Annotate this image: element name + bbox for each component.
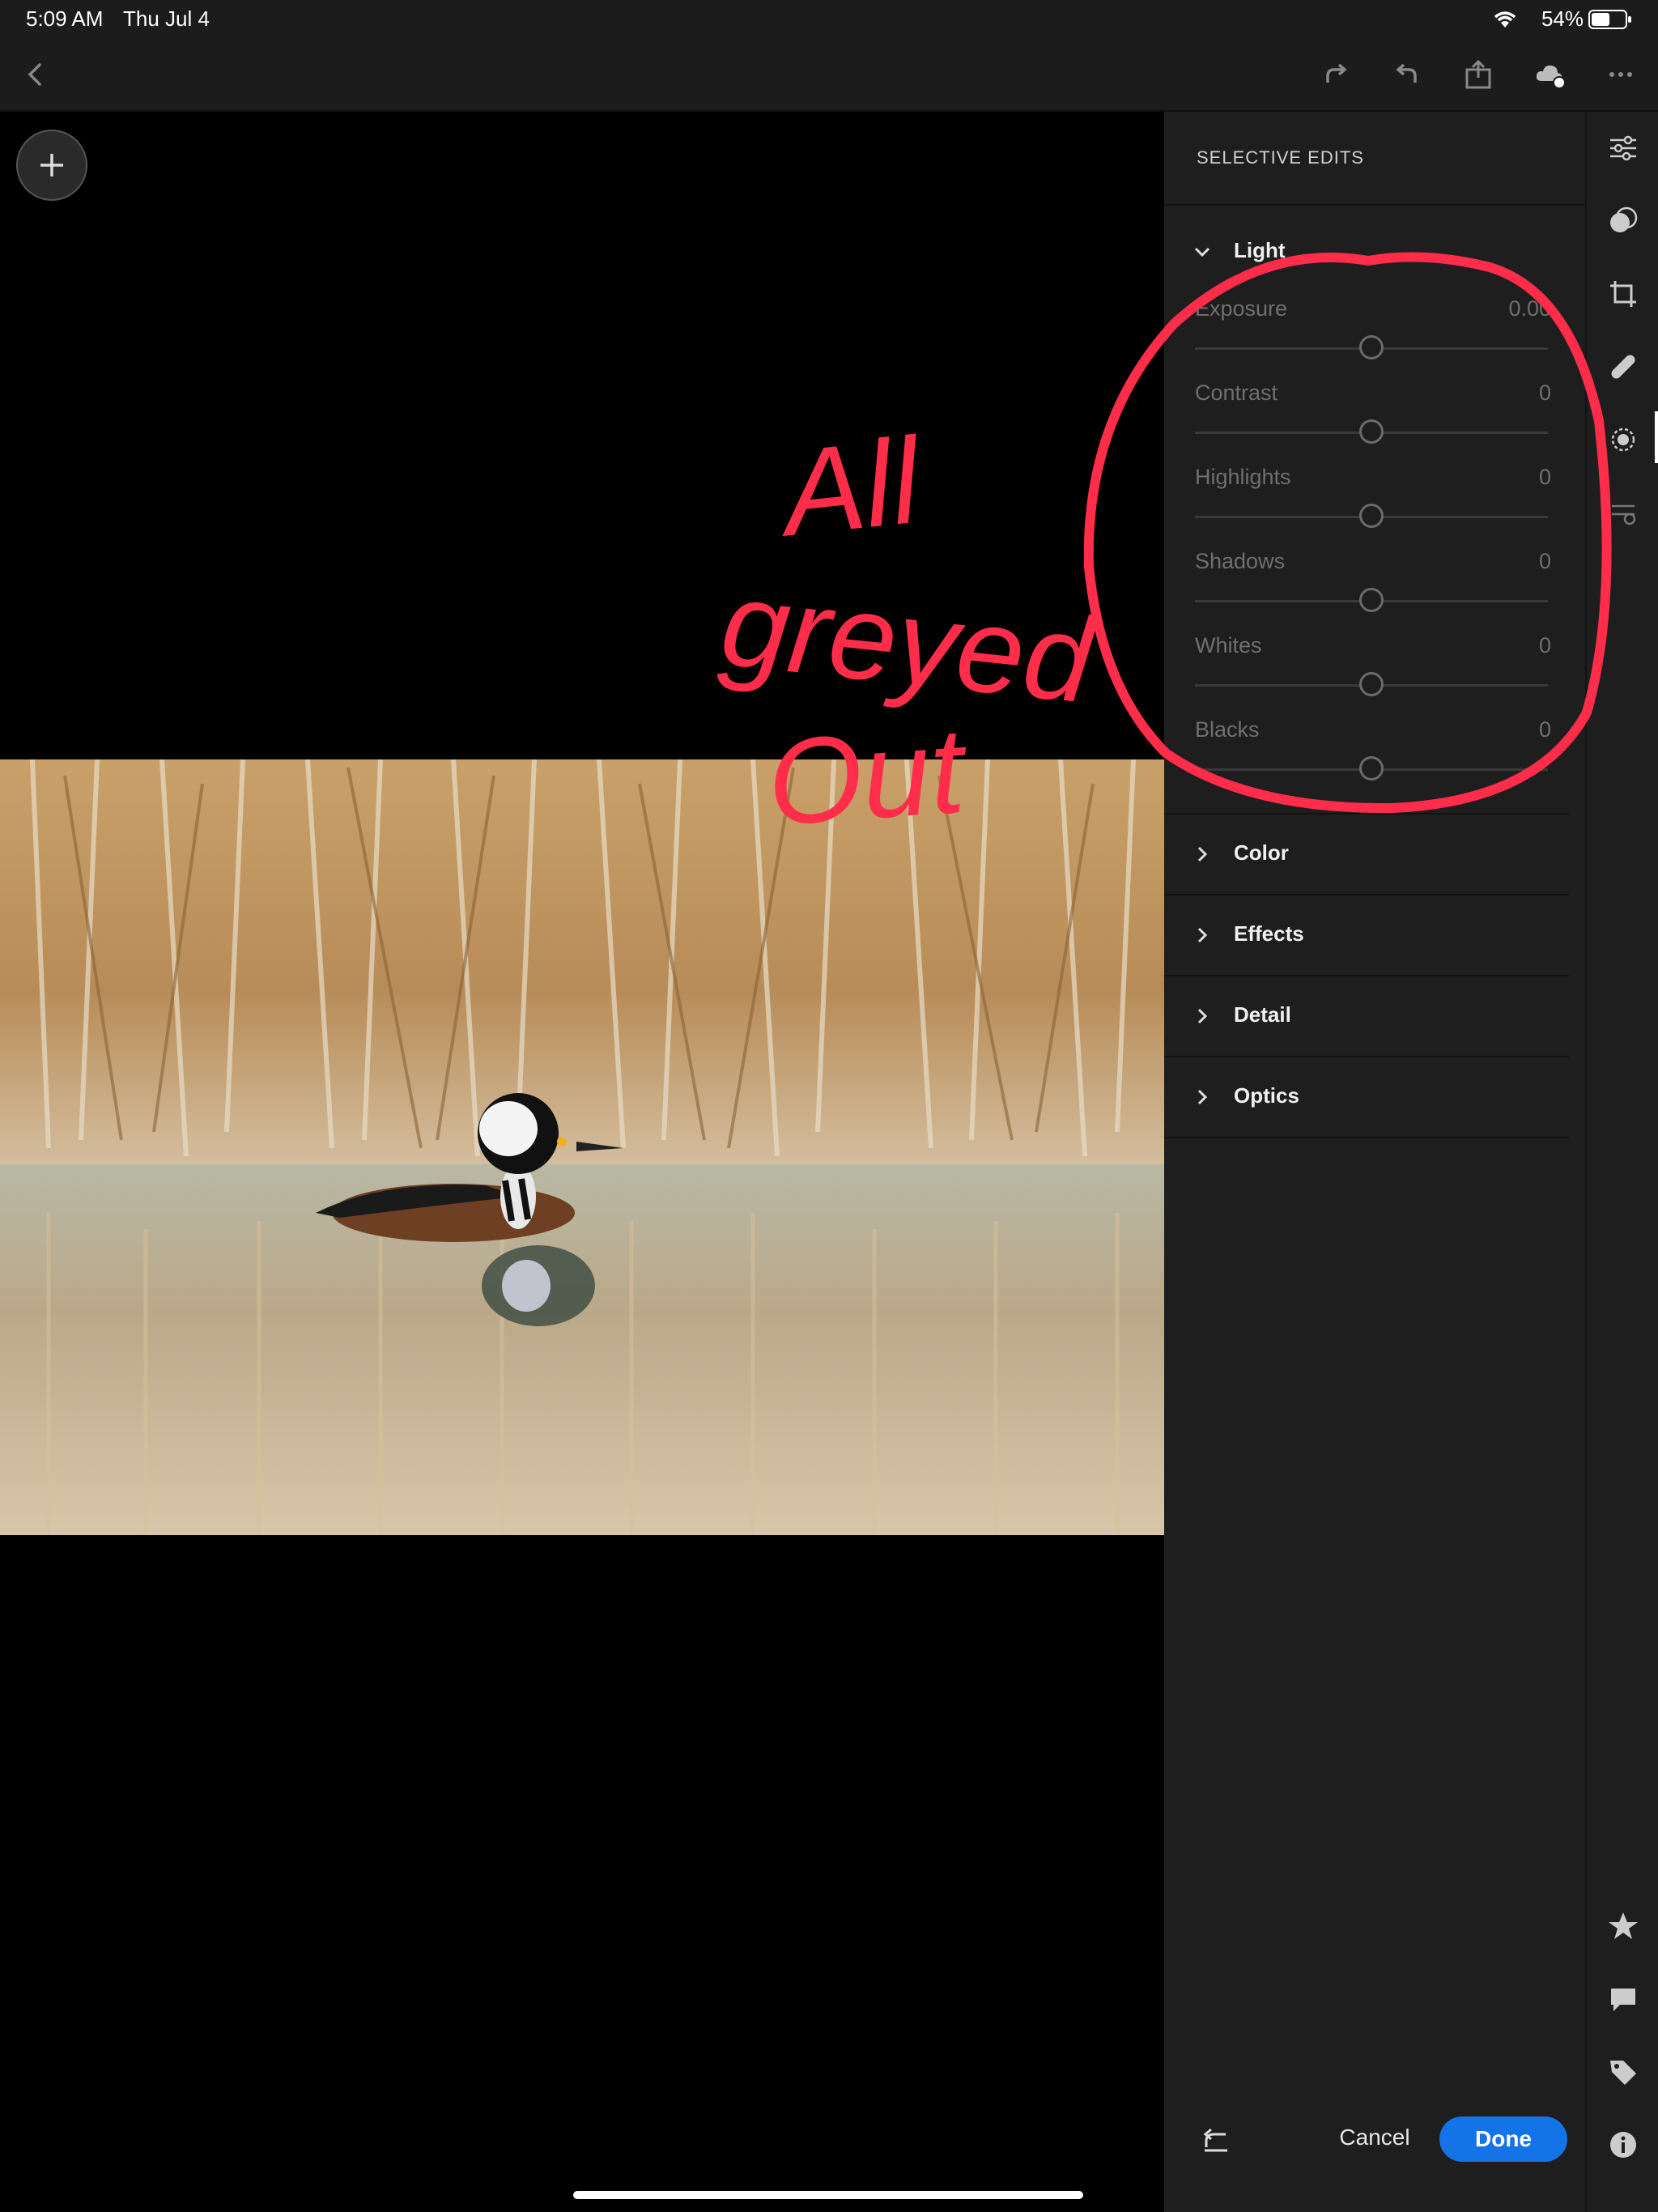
reset-icon[interactable] bbox=[1198, 2123, 1234, 2159]
chevron-right-icon bbox=[1197, 927, 1208, 943]
divider bbox=[1164, 813, 1569, 815]
panel-title: SELECTIVE EDITS bbox=[1197, 147, 1364, 168]
slider-value: 0 bbox=[1538, 381, 1551, 405]
slider-blacks[interactable]: Blacks 0 bbox=[1195, 717, 1551, 802]
slider-value: 0 bbox=[1538, 633, 1551, 657]
tag-icon[interactable] bbox=[1605, 2053, 1642, 2091]
slider-knob[interactable] bbox=[1359, 588, 1384, 612]
slider-value: 0.00 bbox=[1508, 296, 1551, 321]
top-toolbar bbox=[0, 39, 1658, 112]
status-date: Thu Jul 4 bbox=[123, 6, 210, 31]
more-icon[interactable] bbox=[1601, 55, 1640, 94]
redo-icon[interactable] bbox=[1316, 55, 1355, 94]
section-title-color: Color bbox=[1234, 840, 1289, 865]
slider-knob[interactable] bbox=[1359, 756, 1384, 781]
crop-icon[interactable] bbox=[1605, 275, 1642, 313]
done-button[interactable]: Done bbox=[1439, 2116, 1567, 2162]
battery-percent: 54% bbox=[1541, 6, 1584, 31]
chevron-left-icon[interactable] bbox=[16, 55, 55, 94]
bottom-action-bar: Cancel Done bbox=[1164, 2105, 1585, 2170]
divider bbox=[1164, 1137, 1569, 1138]
slider-value: 0 bbox=[1538, 549, 1551, 573]
chevron-right-icon bbox=[1197, 1008, 1208, 1024]
photo-image bbox=[0, 759, 1164, 1535]
slider-shadows[interactable]: Shadows 0 bbox=[1195, 549, 1551, 633]
slider-knob[interactable] bbox=[1359, 504, 1384, 528]
slider-label: Shadows bbox=[1195, 549, 1286, 573]
chevron-down-icon bbox=[1194, 247, 1210, 257]
masking-icon[interactable] bbox=[1605, 421, 1642, 458]
slider-value: 0 bbox=[1538, 717, 1551, 742]
divider bbox=[1164, 1056, 1569, 1057]
slider-label: Highlights bbox=[1195, 465, 1291, 489]
slider-knob[interactable] bbox=[1359, 672, 1384, 696]
add-mask-button[interactable] bbox=[16, 130, 87, 201]
section-title-effects: Effects bbox=[1234, 921, 1304, 946]
section-title-light: Light bbox=[1234, 238, 1286, 262]
edit-sliders-icon[interactable] bbox=[1605, 130, 1642, 167]
home-indicator bbox=[573, 2191, 1083, 2199]
chevron-right-icon bbox=[1197, 846, 1208, 862]
cancel-button[interactable]: Cancel bbox=[1310, 2115, 1439, 2160]
slider-knob[interactable] bbox=[1359, 335, 1384, 359]
slider-contrast[interactable]: Contrast 0 bbox=[1195, 381, 1551, 465]
healing-icon[interactable] bbox=[1605, 348, 1642, 385]
versions-icon[interactable] bbox=[1605, 494, 1642, 531]
slider-label: Whites bbox=[1195, 633, 1262, 657]
active-tool-indicator bbox=[1655, 411, 1658, 463]
slider-highlights[interactable]: Highlights 0 bbox=[1195, 465, 1551, 549]
section-title-optics: Optics bbox=[1234, 1083, 1299, 1108]
presets-icon[interactable] bbox=[1605, 202, 1642, 240]
cloud-sync-icon[interactable] bbox=[1530, 55, 1569, 94]
slider-knob[interactable] bbox=[1359, 419, 1384, 444]
divider bbox=[1164, 975, 1569, 976]
battery-icon bbox=[1588, 9, 1632, 34]
slider-value: 0 bbox=[1538, 465, 1551, 489]
divider bbox=[1164, 894, 1569, 895]
comment-icon[interactable] bbox=[1605, 1980, 1642, 2018]
star-icon[interactable] bbox=[1605, 1908, 1642, 1945]
wifi-icon bbox=[1491, 8, 1519, 33]
plus-icon bbox=[40, 154, 63, 177]
undo-icon[interactable] bbox=[1388, 55, 1426, 94]
status-time: 5:09 AM bbox=[26, 6, 104, 31]
slider-label: Contrast bbox=[1195, 381, 1278, 405]
slider-label: Blacks bbox=[1195, 717, 1260, 742]
share-icon[interactable] bbox=[1459, 55, 1498, 94]
selective-edits-panel: SELECTIVE EDITS Light Color Effects Deta… bbox=[1164, 112, 1585, 2212]
divider bbox=[1164, 204, 1585, 206]
info-icon[interactable] bbox=[1605, 2126, 1642, 2163]
photo-canvas[interactable] bbox=[0, 112, 1164, 2212]
slider-label: Exposure bbox=[1195, 296, 1288, 321]
chevron-right-icon bbox=[1197, 1089, 1208, 1105]
tool-rail bbox=[1585, 112, 1658, 2212]
section-title-detail: Detail bbox=[1234, 1002, 1291, 1027]
status-bar: 5:09 AM Thu Jul 4 54% bbox=[0, 0, 1658, 39]
slider-exposure[interactable]: Exposure 0.00 bbox=[1195, 296, 1551, 381]
slider-whites[interactable]: Whites 0 bbox=[1195, 633, 1551, 717]
